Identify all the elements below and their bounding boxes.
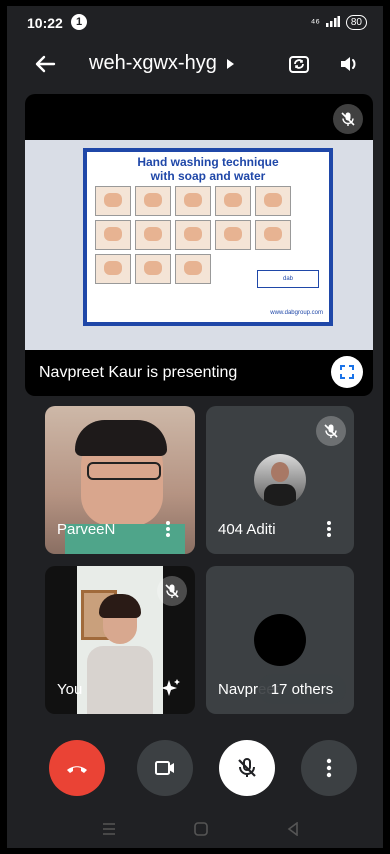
fullscreen-icon[interactable] bbox=[331, 356, 363, 388]
call-controls bbox=[7, 734, 383, 804]
avatar bbox=[254, 614, 306, 666]
system-nav-bar bbox=[7, 810, 383, 848]
end-call-icon bbox=[67, 766, 87, 773]
mic-off-icon bbox=[316, 416, 346, 446]
handwash-poster: Hand washing technique with soap and wat… bbox=[83, 148, 333, 326]
poster-title: Hand washing technique with soap and wat… bbox=[87, 152, 329, 183]
network-icon: ⁴⁶ bbox=[310, 16, 320, 29]
more-vert-icon[interactable] bbox=[165, 520, 171, 538]
step-illustration bbox=[175, 254, 211, 284]
step-illustration bbox=[135, 186, 171, 216]
participant-name: ParveeN bbox=[57, 521, 116, 538]
caret-right-icon[interactable] bbox=[223, 54, 237, 74]
signal-icon bbox=[325, 15, 340, 30]
meeting-code[interactable]: weh-xgwx-hyg bbox=[89, 52, 217, 75]
speaker-icon[interactable] bbox=[335, 50, 363, 78]
poster-footer: www.dabgroup.com bbox=[270, 310, 323, 316]
step-illustration bbox=[95, 186, 131, 216]
poster-title-line1: Hand washing technique bbox=[137, 155, 279, 169]
top-bar: weh-xgwx-hyg bbox=[7, 42, 383, 86]
glasses-icon bbox=[87, 462, 161, 480]
poster-logo: dab bbox=[257, 270, 319, 288]
step-illustration bbox=[255, 186, 291, 216]
status-bar: 10:22 1 ⁴⁶ 80 bbox=[7, 6, 383, 38]
back-nav-icon[interactable] bbox=[281, 818, 305, 840]
poster-title-line2: with soap and water bbox=[150, 169, 266, 183]
participant-tile-aditi[interactable]: 404 Aditi bbox=[206, 406, 354, 554]
step-illustration bbox=[215, 186, 251, 216]
meet-window: 10:22 1 ⁴⁶ 80 weh-xgwx-hyg Hand washing … bbox=[7, 6, 383, 848]
poster-content: Hand washing technique with soap and wat… bbox=[87, 152, 329, 322]
back-arrow-icon[interactable] bbox=[31, 50, 59, 78]
mic-toggle-button[interactable] bbox=[219, 740, 275, 796]
participant-name: 404 Aditi bbox=[218, 521, 276, 538]
videocam-icon bbox=[155, 761, 174, 775]
shared-slide: Hand washing technique with soap and wat… bbox=[25, 140, 373, 350]
step-illustration bbox=[135, 220, 171, 250]
more-options-button[interactable] bbox=[301, 740, 357, 796]
more-vert-icon bbox=[326, 758, 332, 778]
mic-off-icon bbox=[238, 758, 256, 777]
self-video bbox=[77, 566, 163, 714]
notification-badge: 1 bbox=[71, 14, 87, 30]
mic-off-icon bbox=[333, 104, 363, 134]
switch-camera-icon[interactable] bbox=[285, 50, 313, 78]
battery-icon: 80 bbox=[345, 15, 367, 30]
step-illustration bbox=[175, 220, 211, 250]
step-illustration bbox=[135, 254, 171, 284]
step-illustration bbox=[215, 220, 251, 250]
camera-toggle-button[interactable] bbox=[137, 740, 193, 796]
home-icon[interactable] bbox=[189, 818, 213, 840]
status-icons: ⁴⁶ 80 bbox=[311, 15, 367, 30]
participant-tile-parveen[interactable]: ParveeN bbox=[45, 406, 195, 554]
participant-name: You bbox=[57, 681, 83, 698]
others-chip[interactable]: 17 others bbox=[258, 674, 346, 704]
participant-hair bbox=[75, 420, 167, 456]
step-illustration bbox=[175, 186, 211, 216]
presentation-tile[interactable]: Hand washing technique with soap and wat… bbox=[25, 94, 373, 396]
more-vert-icon[interactable] bbox=[326, 520, 332, 538]
participant-tile-navpreet[interactable]: Navpreet 17 others bbox=[206, 566, 354, 714]
mic-off-icon bbox=[157, 576, 187, 606]
step-illustration bbox=[255, 220, 291, 250]
participant-tile-you[interactable]: You bbox=[45, 566, 195, 714]
effects-sparkle-icon[interactable] bbox=[157, 676, 183, 702]
end-call-button[interactable] bbox=[49, 740, 105, 796]
step-illustration bbox=[95, 220, 131, 250]
status-time: 10:22 bbox=[27, 15, 63, 31]
avatar bbox=[254, 454, 306, 506]
step-illustration bbox=[95, 254, 131, 284]
presenting-label: Navpreet Kaur is presenting bbox=[39, 364, 238, 381]
recent-apps-icon[interactable] bbox=[97, 818, 121, 840]
